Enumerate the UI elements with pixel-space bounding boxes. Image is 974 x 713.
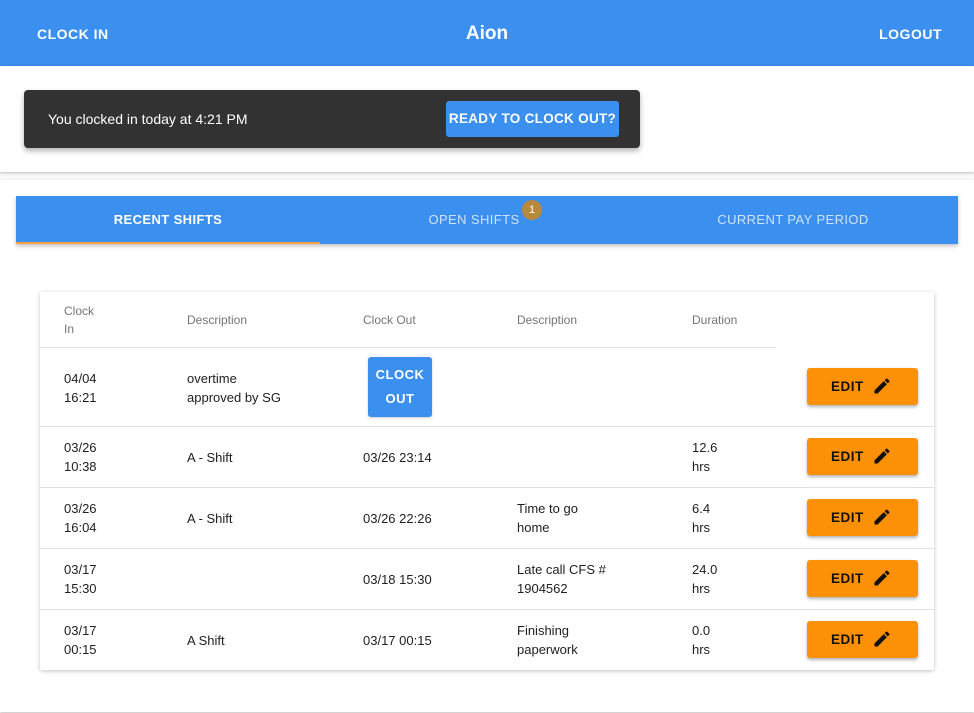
app-bar: CLOCK IN Aion LOGOUT <box>0 0 974 66</box>
out-description-cell: Finishing paperwork <box>517 621 637 659</box>
table-header: Clock In Description Clock Out Descripti… <box>40 292 776 348</box>
header-clock-in: Clock In <box>64 302 94 338</box>
out-description-line2: 1904562 <box>517 581 568 596</box>
pencil-icon <box>874 631 890 647</box>
logout-button[interactable]: LOGOUT <box>879 0 942 66</box>
out-description-cell: Time to go home <box>517 499 637 537</box>
edit-button[interactable]: EDIT <box>807 368 918 405</box>
duration-unit: hrs <box>692 520 711 535</box>
status-card: You clocked in today at 4:21 PM READY TO… <box>0 66 974 172</box>
clock-in-cell: 03/17 15:30 <box>64 560 164 598</box>
pencil-icon <box>874 378 890 394</box>
duration-value: 12.6 <box>692 440 718 455</box>
app-title: Aion <box>465 23 509 44</box>
open-shifts-count-badge: 1 <box>522 200 542 220</box>
tab-recent-shifts[interactable]: RECENT SHIFTS <box>16 196 320 244</box>
out-description-line2: home <box>517 520 550 535</box>
clock-in-time: 00:15 <box>64 642 97 657</box>
clock-out-label-line1: CLOCK <box>375 367 425 382</box>
duration-unit: hrs <box>692 581 711 596</box>
description-cell: overtime approved by SG <box>187 369 317 407</box>
edit-label: EDIT <box>831 632 864 647</box>
pencil-icon <box>874 509 890 525</box>
table-row: 04/04 16:21 overtime approved by SG CLOC… <box>40 348 934 427</box>
header-description: Description <box>187 313 248 327</box>
edit-button[interactable]: EDIT <box>807 560 918 597</box>
clock-out-cell: 03/26 23:14 <box>363 450 432 465</box>
duration-unit: hrs <box>692 459 711 474</box>
header-clock-in-line1: Clock <box>64 304 95 318</box>
clock-in-date: 03/26 <box>64 501 97 516</box>
header-clock-in-line2: In <box>64 322 75 336</box>
clock-in-date: 03/17 <box>64 623 97 638</box>
out-description-line1: Late call CFS # <box>517 562 606 577</box>
duration-value: 0.0 <box>692 623 711 638</box>
description-line2: approved by SG <box>187 390 281 405</box>
out-description-line1: Time to go <box>517 501 578 516</box>
shifts-card: RECENT SHIFTS OPEN SHIFTS 1 CURRENT PAY … <box>0 180 974 712</box>
shift-tabs: RECENT SHIFTS OPEN SHIFTS 1 CURRENT PAY … <box>16 196 958 244</box>
duration-value: 6.4 <box>692 501 711 516</box>
clock-in-time: 16:21 <box>64 390 97 405</box>
duration-cell: 0.0 hrs <box>692 621 752 659</box>
out-description-line1: Finishing <box>517 623 570 638</box>
clock-out-cell: 03/26 22:26 <box>363 511 432 526</box>
clock-in-cell: 03/26 10:38 <box>64 438 164 476</box>
clock-in-time: 15:30 <box>64 581 97 596</box>
tab-current-pay-period[interactable]: CURRENT PAY PERIOD <box>628 196 958 244</box>
clock-out-cell: 03/17 00:15 <box>363 633 432 648</box>
tab-open-shifts[interactable]: OPEN SHIFTS <box>320 196 628 244</box>
description-line1: overtime <box>187 371 237 386</box>
active-tab-indicator <box>16 242 320 244</box>
duration-value: 24.0 <box>692 562 718 577</box>
description-cell: A - Shift <box>187 511 233 526</box>
clock-in-cell: 03/17 00:15 <box>64 621 164 659</box>
clock-out-cell: 03/18 15:30 <box>363 572 432 587</box>
clock-in-time: 16:04 <box>64 520 97 535</box>
pencil-icon <box>874 448 890 464</box>
clock-in-cell: 03/26 16:04 <box>64 499 164 537</box>
header-out-description: Description <box>517 313 578 327</box>
edit-button[interactable]: EDIT <box>807 438 918 475</box>
clock-status-message: You clocked in today at 4:21 PM <box>48 111 248 127</box>
header-duration: Duration <box>692 313 738 327</box>
clock-status-snackbar: You clocked in today at 4:21 PM READY TO… <box>24 90 640 148</box>
header-clock-out: Clock Out <box>363 313 416 327</box>
duration-cell: 24.0 hrs <box>692 560 752 598</box>
clock-in-date: 04/04 <box>64 371 97 386</box>
clock-in-time: 10:38 <box>64 459 97 474</box>
clock-out-button[interactable]: CLOCK OUT <box>368 357 432 417</box>
edit-label: EDIT <box>831 571 864 586</box>
table-row: 03/26 16:04 A - Shift 03/26 22:26 Time t… <box>40 488 934 549</box>
duration-cell: 6.4 hrs <box>692 499 752 537</box>
clock-in-cell: 04/04 16:21 <box>64 369 164 407</box>
out-description-cell: Late call CFS # 1904562 <box>517 560 637 598</box>
table-row: 03/17 00:15 A Shift 03/17 00:15 Finishin… <box>40 610 934 670</box>
table-row: 03/26 10:38 A - Shift 03/26 23:14 12.6 h… <box>40 427 934 488</box>
edit-button[interactable]: EDIT <box>807 621 918 658</box>
ready-to-clock-out-button[interactable]: READY TO CLOCK OUT? <box>446 101 619 137</box>
duration-cell: 12.6 hrs <box>692 438 752 476</box>
duration-unit: hrs <box>692 642 711 657</box>
clock-in-date: 03/26 <box>64 440 97 455</box>
pencil-icon <box>874 570 890 586</box>
description-cell: A Shift <box>187 633 225 648</box>
table-row: 03/17 15:30 03/18 15:30 Late call CFS # … <box>40 549 934 610</box>
clock-out-label-line2: OUT <box>385 391 415 406</box>
out-description-line2: paperwork <box>517 642 578 657</box>
description-cell: A - Shift <box>187 450 233 465</box>
edit-label: EDIT <box>831 449 864 464</box>
edit-label: EDIT <box>831 510 864 525</box>
shifts-table: Clock In Description Clock Out Descripti… <box>40 292 934 670</box>
edit-button[interactable]: EDIT <box>807 499 918 536</box>
edit-label: EDIT <box>831 379 864 394</box>
clock-in-date: 03/17 <box>64 562 97 577</box>
